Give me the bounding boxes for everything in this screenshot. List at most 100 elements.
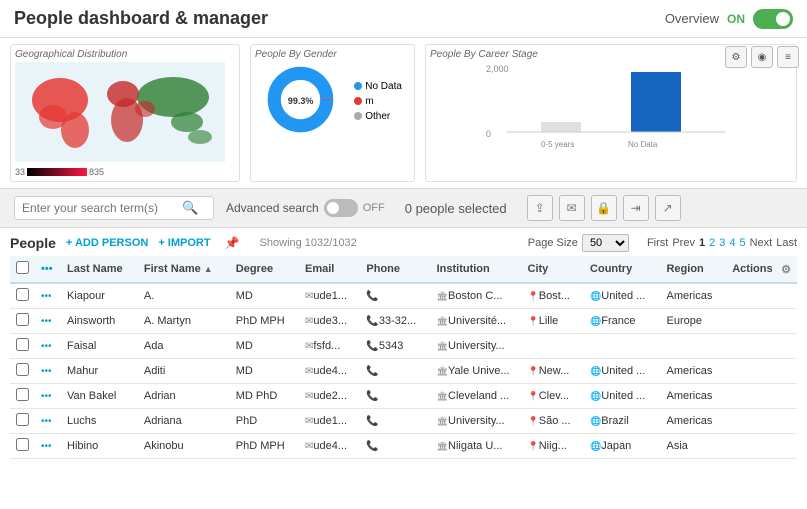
page-3-button[interactable]: 3 xyxy=(719,237,725,249)
row-institution: 🏛Université... xyxy=(431,309,522,334)
geo-legend-bar: 33 835 xyxy=(15,167,235,177)
row-dots-cell: ••• xyxy=(35,283,61,309)
row-dots-icon[interactable]: ••• xyxy=(41,416,52,427)
row-dots-icon[interactable]: ••• xyxy=(41,316,52,327)
row-dots-cell: ••• xyxy=(35,409,61,434)
export1-action-icon[interactable]: ⇥ xyxy=(623,195,649,221)
phone-icon: 📞 xyxy=(366,416,378,427)
col-degree-header[interactable]: Degree xyxy=(230,256,299,283)
select-all-checkbox[interactable] xyxy=(16,261,29,274)
list-chart-icon[interactable]: ≡ xyxy=(777,46,799,68)
legend-label-other: Other xyxy=(365,111,390,122)
search-icon[interactable]: 🔍 xyxy=(182,200,198,216)
col-city-header[interactable]: City xyxy=(522,256,585,283)
row-firstname: Aditi xyxy=(138,359,230,384)
row-lastname: Luchs xyxy=(61,409,138,434)
phone-icon: 📞 xyxy=(366,391,378,402)
svg-text:No Data: No Data xyxy=(628,140,658,149)
row-degree: MD xyxy=(230,334,299,359)
row-actions xyxy=(726,359,797,384)
prev-page-button[interactable]: Prev xyxy=(672,237,695,249)
import-button[interactable]: + IMPORT xyxy=(158,237,210,249)
city-pin-icon: 📍 xyxy=(528,391,539,401)
page-size-select[interactable]: 50 25 100 xyxy=(582,234,629,252)
institution-icon: 🏛 xyxy=(437,391,448,401)
row-email: ✉ude4... xyxy=(299,434,360,459)
row-dots-cell: ••• xyxy=(35,384,61,409)
phone-icon: 📞 xyxy=(366,291,378,302)
geo-map-svg xyxy=(15,62,225,162)
row-checkbox[interactable] xyxy=(16,438,29,451)
row-phone: 📞 xyxy=(360,359,430,384)
email-icon: ✉ xyxy=(305,391,313,402)
page-5-button[interactable]: 5 xyxy=(739,237,745,249)
col-firstname-header[interactable]: First Name ▲ xyxy=(138,256,230,283)
gear-chart-icon[interactable]: ⚙ xyxy=(725,46,747,68)
email-action-icon[interactable]: ✉ xyxy=(559,195,585,221)
page-1-button[interactable]: 1 xyxy=(699,237,705,249)
col-email-header[interactable]: Email xyxy=(299,256,360,283)
row-checkbox[interactable] xyxy=(16,338,29,351)
next-page-button[interactable]: Next xyxy=(750,237,773,249)
col-country-header[interactable]: Country xyxy=(584,256,660,283)
row-phone: 📞 xyxy=(360,409,430,434)
col-region-header[interactable]: Region xyxy=(660,256,726,283)
donut-chart-icon[interactable]: ◉ xyxy=(751,46,773,68)
row-institution: 🏛University... xyxy=(431,334,522,359)
row-dots-icon[interactable]: ••• xyxy=(41,291,52,302)
page-2-button[interactable]: 2 xyxy=(709,237,715,249)
svg-text:0: 0 xyxy=(486,129,491,139)
row-email: ✉ude1... xyxy=(299,409,360,434)
row-dots-icon[interactable]: ••• xyxy=(41,366,52,377)
row-institution: 🏛Yale Unive... xyxy=(431,359,522,384)
row-country: 🌐Japan xyxy=(584,434,660,459)
overview-toggle[interactable] xyxy=(753,9,793,29)
add-person-button[interactable]: + ADD PERSON xyxy=(66,237,148,249)
advanced-search-label: Advanced search xyxy=(226,201,319,215)
row-firstname: Akinobu xyxy=(138,434,230,459)
search-input-wrap[interactable]: 🔍 xyxy=(14,196,214,220)
donut-wrap: 99.3% xyxy=(263,62,338,140)
row-institution: 🏛Boston C... xyxy=(431,283,522,309)
legend-dot-nodata xyxy=(354,82,362,90)
table-row: ••• Van Bakel Adrian MD PhD ✉ude2... 📞 🏛… xyxy=(10,384,797,409)
institution-icon: 🏛 xyxy=(437,341,448,351)
lock-action-icon[interactable]: 🔒 xyxy=(591,195,617,221)
row-dots-icon[interactable]: ••• xyxy=(41,441,52,452)
share-action-icon[interactable]: ⇪ xyxy=(527,195,553,221)
col-phone-header[interactable]: Phone xyxy=(360,256,430,283)
table-gear-icon[interactable]: ⚙ xyxy=(781,263,791,276)
export2-action-icon[interactable]: ↗ xyxy=(655,195,681,221)
page-size-wrap: Page Size 50 25 100 xyxy=(528,234,629,252)
advanced-search-toggle[interactable] xyxy=(324,199,358,217)
legend-dot-m xyxy=(354,97,362,105)
col-institution-header[interactable]: Institution xyxy=(431,256,522,283)
last-page-button[interactable]: Last xyxy=(776,237,797,249)
row-region: Americas xyxy=(660,384,726,409)
row-dots-icon[interactable]: ••• xyxy=(41,391,52,402)
row-checkbox[interactable] xyxy=(16,388,29,401)
table-row: ••• Ainsworth A. Martyn PhD MPH ✉ude3...… xyxy=(10,309,797,334)
row-checkbox[interactable] xyxy=(16,363,29,376)
row-checkbox[interactable] xyxy=(16,288,29,301)
advanced-toggle-knob xyxy=(327,202,339,214)
row-dots-icon[interactable]: ••• xyxy=(41,341,52,352)
col-lastname-header[interactable]: Last Name xyxy=(61,256,138,283)
row-checkbox[interactable] xyxy=(16,313,29,326)
phone-icon: 📞 xyxy=(366,316,378,327)
email-icon: ✉ xyxy=(305,416,313,427)
row-country: 🌐France xyxy=(584,309,660,334)
row-city: 📍New... xyxy=(522,359,585,384)
row-checkbox[interactable] xyxy=(16,413,29,426)
row-actions xyxy=(726,309,797,334)
header: People dashboard & manager Overview ON xyxy=(0,0,807,38)
donut-container: 99.3% No Data m Other xyxy=(255,62,410,140)
first-page-button[interactable]: First xyxy=(647,237,668,249)
row-firstname: A. xyxy=(138,283,230,309)
institution-icon: 🏛 xyxy=(437,316,448,326)
row-actions xyxy=(726,409,797,434)
search-input[interactable] xyxy=(22,201,182,215)
phone-icon: 📞 xyxy=(366,341,378,352)
row-degree: MD PhD xyxy=(230,384,299,409)
page-4-button[interactable]: 4 xyxy=(729,237,735,249)
